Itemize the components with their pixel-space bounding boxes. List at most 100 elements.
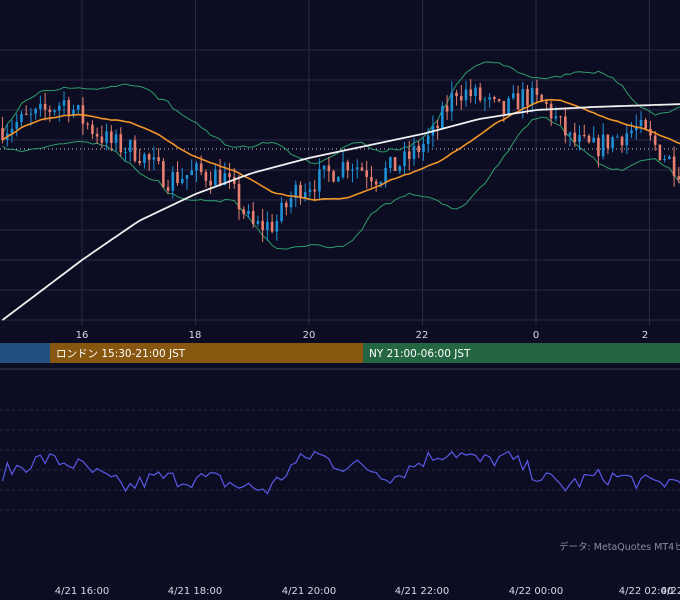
candle-body [459,96,463,101]
candle-body [417,145,421,153]
candle-body [185,175,189,179]
candle-body [247,210,250,215]
candle-body [374,181,378,185]
candle-body [478,87,482,101]
candle-body [313,189,316,192]
candle-body [218,169,222,185]
candle-body [318,169,321,192]
candle-body [393,157,397,171]
candle-body [668,156,671,159]
candle-body [322,165,326,170]
candle-body [630,130,633,134]
candle-body [497,98,501,102]
candle-body [251,210,255,224]
candle-body [261,220,264,231]
candle-body [493,97,496,99]
candle-body [67,100,71,116]
candle-body [289,197,293,208]
candle [332,169,335,183]
candle-body [488,97,491,100]
candle-body [644,119,648,129]
candle-body [370,176,373,182]
candle-body [507,98,510,114]
candle-body [337,177,340,182]
candle-body [663,158,666,161]
candle-body [346,162,350,171]
time-tick-label: 4/21 22:00 [395,586,449,597]
candle-body [180,178,184,184]
candle-body [308,189,312,193]
candle-body [237,183,241,210]
candle-body [190,170,194,176]
candle-body [672,156,676,177]
candle-body [578,134,581,142]
candle-body [355,167,359,170]
candle-body [119,134,123,153]
session-london-label: ロンドン 15:30-21:00 JST [56,348,186,360]
candle-body [24,113,28,115]
candle-body [606,134,610,149]
candle-body [545,101,548,104]
candle-body [280,202,283,222]
candle-body [568,132,572,136]
candle-body [124,151,127,153]
candle-body [29,113,33,115]
candle-body [204,172,208,181]
candle-body [455,92,458,97]
candle-body [138,160,141,164]
candle-body [171,172,175,191]
candle-body [521,89,525,110]
candle-body [86,123,89,125]
candle-body [147,154,151,160]
candle-body [516,93,520,110]
data-source-credit: データ: MetaQuotes MT4ヒ [559,541,680,553]
candle-body [266,221,269,231]
candle-body [639,119,643,127]
candle-body [564,116,567,136]
tick-label: 2 [642,330,648,341]
candle-body [133,140,137,161]
candle-body [653,135,657,145]
candle-body [441,105,444,128]
tick-label: 0 [533,330,539,341]
candle-body [445,105,449,112]
candle-body [110,131,113,143]
candle-body [450,92,454,112]
candle-body [242,209,246,215]
candle-body [270,221,274,232]
time-tick-label: 4/21 20:00 [282,586,336,597]
candle-body [403,151,406,167]
candle-body [502,101,506,114]
candle-body [209,180,212,186]
candle-body [398,166,402,171]
candle-body [469,89,473,96]
candle-body [412,145,416,159]
candle-body [360,167,364,171]
candle-body [195,163,198,171]
candle-body [620,136,624,146]
candle-body [157,157,160,162]
candle-body [43,103,47,110]
candle-body [351,169,354,171]
candle-body [299,184,302,199]
candle-body [559,116,562,118]
candle-body [15,121,19,129]
candle-body [62,100,66,106]
tick-label: 18 [189,330,202,341]
candle-body [597,137,600,157]
candle-body [1,128,4,140]
candle-body [384,167,387,182]
candle-body [341,162,345,178]
candle-body [611,137,614,149]
session-bar: ロンドン 15:30-21:00 JST NY 21:00-06:00 JST [0,343,680,363]
candle-body [114,134,118,143]
candle-body [34,108,37,114]
candle-body [625,133,629,146]
candle-body [214,169,217,186]
candle-body [587,135,591,143]
candle-body [658,144,662,161]
candle-body [275,221,279,232]
candle-body [573,132,577,142]
candle-body [100,136,104,143]
tick-label: 16 [76,330,89,341]
